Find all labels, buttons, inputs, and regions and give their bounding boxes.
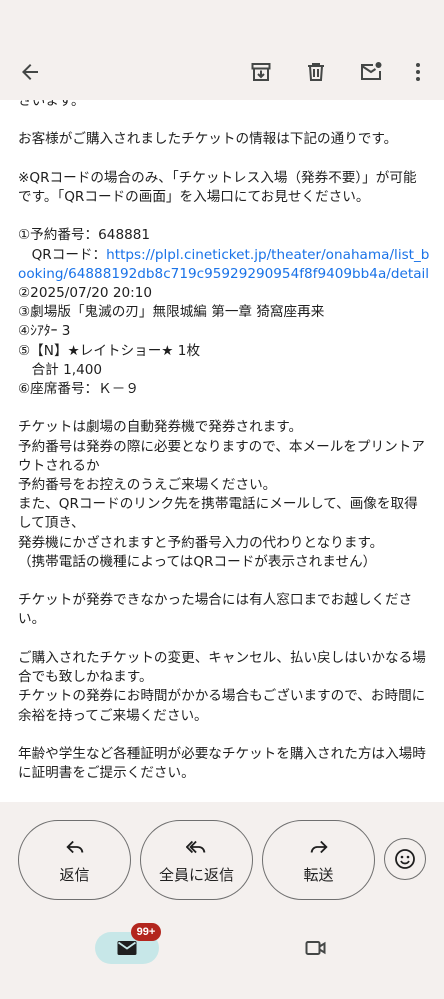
delete-button[interactable]: [296, 52, 336, 92]
email-line: ⑥座席番号：Ｋ－９: [18, 381, 139, 398]
email-line: [18, 111, 430, 130]
email-line: チケットの発券にお時間がかかる場合もございますので、お時間に余裕を持ってご来場く…: [18, 688, 426, 724]
qr-line: QRコード：https://plpl.cineticket.jp/theater…: [18, 246, 430, 284]
status-bar: [0, 0, 444, 44]
email-line: 予約番号は発券の際に必要となりますので、本メールをプリントアウトされるか: [18, 438, 425, 474]
forward-label: 転送: [303, 865, 334, 884]
email-line: ④ｼｱﾀｰ 3: [18, 323, 71, 340]
bottom-navigation: 99+: [0, 916, 444, 999]
back-button[interactable]: [10, 52, 50, 92]
reply-all-icon: [185, 840, 205, 853]
forward-button[interactable]: 転送: [262, 820, 375, 900]
email-line: ①予約番号：648881: [18, 227, 151, 244]
email-line: [18, 572, 430, 591]
archive-button[interactable]: [241, 52, 281, 92]
smiley-icon: [395, 849, 415, 869]
action-bar: 返信 全員に返信 転送: [0, 802, 444, 916]
email-line: 年齢や学生など各種証明が必要なチケットを購入された方は入場時に証明書をご提示くだ…: [18, 745, 426, 782]
mark-unread-icon: [361, 62, 382, 80]
nav-mail-tab[interactable]: 99+: [95, 923, 161, 964]
emoji-reaction-button[interactable]: [384, 838, 426, 880]
email-line: ※QRコードの場合のみ、「チケットレス入場（発券不要）」が可能です。「QRコード…: [18, 169, 417, 206]
email-line: （携帯電話の機種によってはQRコードが表示されません）: [18, 553, 377, 570]
nav-meet-tab[interactable]: [302, 936, 330, 960]
email-line: 発券機にかざされますと予約番号入力の代わりとなります。: [18, 534, 384, 551]
reply-all-button[interactable]: 全員に返信: [140, 820, 253, 900]
trash-icon: [308, 63, 324, 81]
more-vert-icon: [416, 63, 420, 81]
email-line: お客様がご購入されましたチケットの情報は下記の通りです。: [18, 131, 398, 148]
email-line: ⑤【N】★レイトショー★ 1枚: [18, 342, 201, 359]
video-camera-icon: [305, 941, 326, 955]
email-line: チケットが発券できなかった場合には有人窓口までお越しください。: [18, 592, 413, 628]
email-line: [18, 726, 430, 745]
email-line: [18, 399, 430, 418]
app-bar: [0, 44, 444, 100]
email-body-text: さいます。 お客様がご購入されましたチケットの情報は下記の通りです。 ※QRコー…: [18, 100, 430, 783]
email-line: 合計 1,400: [18, 361, 103, 378]
email-line: QRコード：: [18, 246, 107, 263]
reply-label: 返信: [59, 865, 90, 884]
email-line: [18, 630, 430, 649]
email-line: また、QRコードのリンク先を携帯電話にメールして、画像を取得して頂き、: [18, 496, 418, 532]
email-line: [18, 207, 430, 226]
mail-badge: 99+: [131, 923, 161, 941]
email-line: [18, 150, 430, 169]
forward-icon: [310, 840, 328, 853]
email-body[interactable]: さいます。 お客様がご購入されましたチケットの情報は下記の通りです。 ※QRコー…: [0, 100, 444, 802]
email-line: ③劇場版「鬼滅の刃」無限城編 第一章 猗窩座再来: [18, 304, 325, 321]
email-line: さいます。: [18, 100, 85, 109]
arrow-left-icon: [22, 64, 38, 80]
more-options-button[interactable]: [398, 52, 438, 92]
reply-button[interactable]: 返信: [18, 820, 131, 900]
mark-unread-button[interactable]: [351, 52, 391, 92]
email-line: 予約番号をお控えのうえご来場ください。: [18, 477, 277, 494]
reply-icon: [65, 840, 83, 853]
email-line: ご購入されたチケットの変更、キャンセル、払い戻しはいかなる場合でも致しかねます。: [18, 649, 426, 686]
archive-icon: [251, 63, 271, 81]
email-line: チケットは劇場の自動発券機で発券されます。: [18, 419, 303, 436]
reply-all-label: 全員に返信: [158, 865, 234, 884]
email-line: ②2025/07/20 20:10: [18, 285, 153, 302]
